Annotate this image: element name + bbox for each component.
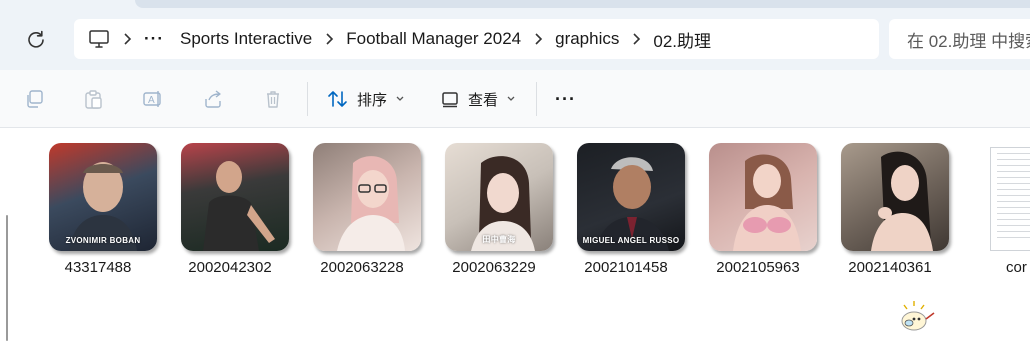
file-name: 2002101458 [584,259,668,276]
copy-button[interactable] [23,88,45,110]
file-name: 2002042302 [188,259,272,276]
share-button[interactable] [202,88,224,110]
file-item[interactable]: 2002140361 [824,143,956,283]
this-pc-button[interactable] [88,29,110,49]
file-thumbnail [313,143,421,251]
paste-icon [85,90,102,109]
file-thumbnail: 田中曹海 [445,143,553,251]
copy-icon [27,90,43,108]
file-item[interactable]: 2002105963 [692,143,824,283]
command-bar: A 排序 查看 ··· [0,70,1030,128]
file-thumbnail [709,143,817,251]
share-icon [205,90,221,108]
view-label: 查看 [468,91,499,109]
thumbnail-caption: 田中曹海 [482,235,516,244]
paste-button[interactable] [82,88,104,110]
file-name: 2002063228 [320,259,404,276]
svg-text:A: A [148,95,155,106]
file-thumbnail: ZVONIMIR BOBAN [49,143,157,251]
file-item[interactable]: 2002042302 [164,143,296,283]
thumbnail-caption: MIGUEL ANGEL RUSSO [582,236,680,245]
sort-button[interactable]: 排序 [327,85,405,113]
more-options-button[interactable]: ··· [555,85,576,113]
tab-strip [135,0,1030,8]
chevron-right-icon[interactable] [619,33,653,45]
portrait-image [69,162,137,251]
mascot-icon [901,301,935,331]
portrait-image [733,154,801,251]
document-thumbnail[interactable] [990,147,1030,251]
breadcrumb-graphics[interactable]: graphics [555,29,619,49]
file-name: 43317488 [64,259,132,276]
file-name: cor [1006,259,1027,276]
file-item[interactable]: MIGUEL ANGEL RUSSO 2002101458 [560,143,692,283]
chevron-right-icon[interactable] [521,33,555,45]
toolbar-divider [536,82,537,116]
refresh-icon [28,30,44,48]
view-icon [442,92,458,108]
chevron-right-icon[interactable] [312,33,346,45]
sort-icon [328,91,347,107]
file-list: ZVONIMIR BOBAN 43317488 2002042302 20020… [0,129,1030,341]
breadcrumb-sports-interactive[interactable]: Sports Interactive [180,29,312,49]
refresh-button[interactable] [24,27,48,51]
portrait-image [337,156,405,251]
navigation-bar: ··· Sports Interactive Football Manager … [0,0,1030,70]
file-item[interactable]: 田中曹海 2002063229 [428,143,560,283]
rename-button[interactable]: A [142,88,164,110]
address-bar[interactable]: ··· Sports Interactive Football Manager … [74,19,879,59]
monitor-icon [89,30,109,48]
chevron-down-icon [396,96,404,101]
scrollbar[interactable] [6,215,8,341]
trash-icon [267,91,279,108]
delete-button[interactable] [262,88,284,110]
file-item[interactable]: 2002063228 [296,143,428,283]
breadcrumb-current-folder[interactable]: 02.助理 [653,27,711,52]
sort-label: 排序 [357,91,388,109]
file-item[interactable]: ZVONIMIR BOBAN 43317488 [32,143,164,283]
file-thumbnail [181,143,289,251]
portrait-image [595,157,669,251]
file-thumbnail [841,143,949,251]
chevron-down-icon [507,96,515,101]
view-button[interactable]: 查看 [440,85,516,113]
search-input[interactable]: 在 02.助理 中搜索 [889,19,1030,59]
rename-icon: A [143,91,161,107]
toolbar-divider [307,82,308,116]
breadcrumb-football-manager[interactable]: Football Manager 2024 [346,29,521,49]
file-name: 2002063229 [452,259,536,276]
file-thumbnail: MIGUEL ANGEL RUSSO [577,143,685,251]
breadcrumb-overflow[interactable]: ··· [144,29,164,49]
thumbnail-caption: ZVONIMIR BOBAN [65,236,141,245]
file-name: 2002140361 [848,259,932,276]
file-name: 2002105963 [716,259,800,276]
portrait-image [871,151,933,251]
portrait-image [203,161,275,251]
chevron-right-icon[interactable] [110,33,144,45]
